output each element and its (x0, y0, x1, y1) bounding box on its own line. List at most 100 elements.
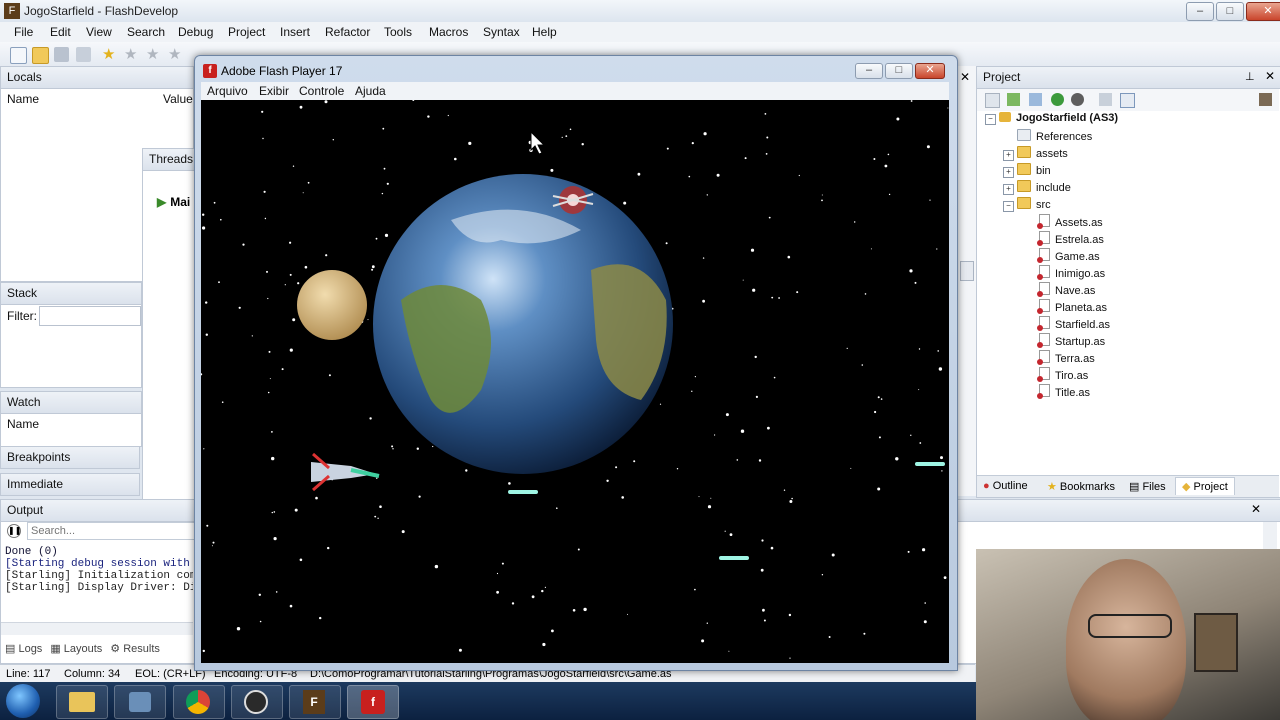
tree-folder-src[interactable]: − src (1003, 197, 1051, 212)
tree-file[interactable]: Planeta.as (1037, 299, 1107, 314)
star (496, 572, 499, 575)
star (937, 350, 939, 352)
star (665, 242, 668, 245)
menu-syntax[interactable]: Syntax (483, 25, 520, 39)
menu-edit[interactable]: Edit (50, 25, 71, 39)
star (923, 620, 927, 624)
menu-search[interactable]: Search (127, 25, 165, 39)
prev-bookmark-icon[interactable]: ★ (124, 47, 139, 62)
next-bookmark-icon[interactable]: ★ (146, 47, 161, 62)
bookmark-star-icon[interactable]: ★ (102, 47, 117, 62)
tree-folder-assets[interactable]: + assets (1003, 146, 1068, 161)
star (691, 142, 694, 145)
tree-file[interactable]: Title.as (1037, 384, 1090, 399)
menu-tools[interactable]: Tools (384, 25, 412, 39)
tree-file[interactable]: Assets.as (1037, 214, 1103, 229)
star (706, 194, 708, 196)
tab-project[interactable]: ◆ Project (1175, 477, 1235, 495)
flash-player-window[interactable]: f Adobe Flash Player 17 – □ ✕ Arquivo Ex… (194, 55, 958, 671)
flash-player-task-icon[interactable]: f (347, 685, 399, 719)
flash-minimize-button[interactable]: – (855, 63, 883, 79)
tab-results[interactable]: ⚙ Results (110, 642, 160, 655)
stop-icon[interactable] (1071, 93, 1084, 106)
flash-menu-exibir[interactable]: Exibir (259, 84, 289, 98)
tree-folder-include[interactable]: + include (1003, 180, 1071, 195)
tree-file[interactable]: Game.as (1037, 248, 1100, 263)
tree-folder-bin[interactable]: + bin (1003, 163, 1051, 178)
explorer-task-icon[interactable] (56, 685, 108, 719)
chrome-task-icon[interactable] (173, 685, 225, 719)
tree-file[interactable]: Tiro.as (1037, 367, 1088, 382)
pause-icon[interactable]: ❚❚ (7, 524, 21, 538)
star (910, 434, 912, 436)
network-task-icon[interactable] (114, 685, 166, 719)
output-tabs: ▤ Logs ▦ Layouts ⚙ Results (5, 642, 160, 655)
tab-files[interactable]: ▤ Files (1129, 480, 1166, 493)
as-file-icon (1037, 231, 1050, 246)
breakpoints-tab[interactable]: Breakpoints (0, 446, 140, 469)
start-button[interactable] (6, 684, 40, 718)
tree-file[interactable]: Starfield.as (1037, 316, 1110, 331)
tree-file[interactable]: Startup.as (1037, 333, 1105, 348)
output-hscrollbar[interactable] (1, 622, 193, 635)
menu-view[interactable]: View (86, 25, 112, 39)
menu-insert[interactable]: Insert (280, 25, 310, 39)
new-file-icon[interactable] (10, 47, 27, 64)
collapse-toggle-icon[interactable]: − (985, 114, 996, 125)
add-item-icon[interactable] (1007, 93, 1020, 106)
immediate-tab[interactable]: Immediate (0, 473, 140, 496)
minimize-button[interactable]: – (1186, 2, 1214, 21)
tree-folder-references[interactable]: References (1017, 129, 1092, 143)
collapse-icon[interactable] (1099, 93, 1112, 106)
tab-logs[interactable]: ▤ Logs (5, 642, 42, 655)
maximize-button[interactable]: □ (1216, 2, 1244, 21)
star (325, 254, 328, 257)
thread-item[interactable]: ▶ Mai (157, 195, 190, 209)
new-item-icon[interactable] (985, 93, 1000, 108)
menu-macros[interactable]: Macros (429, 25, 468, 39)
pin-icon[interactable]: ⊥ (1245, 70, 1255, 83)
menu-project[interactable]: Project (228, 25, 265, 39)
tree-file[interactable]: Nave.as (1037, 282, 1095, 297)
tree-root[interactable]: − JogoStarfield (AS3) (985, 112, 1118, 125)
close-button[interactable]: ✕ (1246, 2, 1280, 21)
flash-menu-controle[interactable]: Controle (299, 84, 344, 98)
open-folder-icon[interactable] (32, 47, 49, 64)
star (698, 496, 700, 498)
editor-close-icon[interactable]: ✕ (960, 70, 970, 84)
game-stage[interactable] (201, 100, 949, 663)
star (922, 548, 926, 552)
project-close-icon[interactable]: ✕ (1265, 69, 1275, 83)
tab-layouts[interactable]: ▦ Layouts (50, 642, 102, 655)
clear-bookmarks-icon[interactable]: ★ (168, 47, 183, 62)
tab-bookmarks[interactable]: ★ Bookmarks (1047, 480, 1115, 493)
menu-debug[interactable]: Debug (178, 25, 213, 39)
refresh-icon[interactable] (1051, 93, 1064, 106)
sync-icon[interactable] (1029, 93, 1042, 106)
flash-menu-ajuda[interactable]: Ajuda (355, 84, 386, 98)
star (846, 347, 848, 349)
menu-file[interactable]: File (14, 25, 33, 39)
flash-maximize-button[interactable]: □ (885, 63, 913, 79)
tab-outline[interactable]: ● Outline (983, 480, 1028, 492)
settings-icon[interactable] (1259, 93, 1272, 106)
star (292, 165, 295, 167)
star (205, 301, 208, 304)
flash-menu-arquivo[interactable]: Arquivo (207, 84, 248, 98)
flashdevelop-task-icon[interactable]: F (289, 685, 341, 719)
stack-filter-input[interactable] (39, 306, 141, 326)
output-search-input[interactable] (27, 522, 195, 540)
obs-task-icon[interactable] (231, 685, 283, 719)
save-all-icon[interactable] (76, 47, 91, 62)
flash-close-button[interactable]: ✕ (915, 63, 945, 79)
tree-file[interactable]: Estrela.as (1037, 231, 1104, 246)
menu-refactor[interactable]: Refactor (325, 25, 370, 39)
tree-file[interactable]: Terra.as (1037, 350, 1095, 365)
save-icon[interactable] (54, 47, 69, 62)
output-close-icon[interactable]: ✕ (1251, 502, 1261, 516)
bookmarks-icon: ★ (1047, 481, 1060, 493)
editor-scroll-thumb[interactable] (960, 261, 974, 281)
menu-help[interactable]: Help (532, 25, 557, 39)
tree-file[interactable]: Inimigo.as (1037, 265, 1105, 280)
view-icon[interactable] (1120, 93, 1135, 108)
